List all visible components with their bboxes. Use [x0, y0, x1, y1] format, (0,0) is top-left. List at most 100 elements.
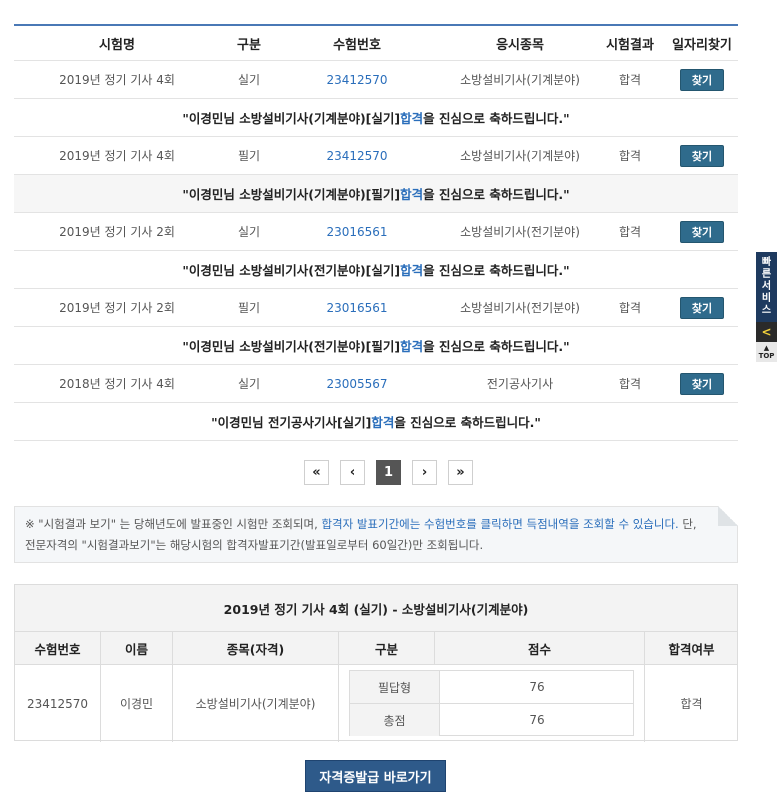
- find-job-button[interactable]: 찾기: [680, 144, 724, 167]
- table-row: 2019년 정기 기사 4회 실기 23412570 소방설비기사(기계분야) …: [14, 61, 738, 99]
- score-header-name: 이름: [101, 632, 173, 664]
- exam-name: 2019년 정기 기사 4회: [59, 149, 175, 163]
- exam-subject: 소방설비기사(전기분야): [460, 301, 580, 315]
- score-pass: 합격: [680, 697, 703, 711]
- score-header-type: 구분: [339, 632, 435, 664]
- congrats-highlight: 합격: [400, 339, 424, 354]
- last-page-button[interactable]: »: [448, 460, 473, 485]
- quick-service-button[interactable]: 빠른서비스: [756, 252, 777, 322]
- congrats-message: "이경민님 소방설비기사(기계분야)[실기] 합격 을 진심으로 축하드립니다.": [14, 99, 738, 136]
- congrats-message: "이경민님 소방설비기사(기계분야)[필기] 합격 을 진심으로 축하드립니다.": [14, 175, 738, 212]
- exam-subject: 소방설비기사(전기분야): [460, 225, 580, 239]
- scroll-top-button[interactable]: ▲ TOP: [756, 342, 777, 362]
- exam-result: 합격: [618, 225, 642, 239]
- exam-subject: 전기공사기사: [486, 377, 554, 391]
- caret-up-icon: ▲: [763, 344, 770, 352]
- congrats-message: "이경민님 전기공사기사[실기] 합격 을 진심으로 축하드립니다.": [14, 403, 738, 440]
- find-job-button[interactable]: 찾기: [680, 372, 724, 395]
- congrats-row: "이경민님 소방설비기사(기계분야)[실기] 합격 을 진심으로 축하드립니다.": [14, 99, 738, 137]
- certificate-issue-button[interactable]: 자격증발급 바로가기: [305, 760, 446, 792]
- score-item-value: 76: [529, 713, 545, 727]
- congrats-highlight: 합격: [400, 187, 424, 202]
- table-row: 2019년 정기 기사 2회 필기 23016561 소방설비기사(전기분야) …: [14, 289, 738, 327]
- table-row: 2018년 정기 기사 4회 실기 23005567 전기공사기사 합격 찾기: [14, 365, 738, 403]
- current-page[interactable]: 1: [376, 460, 401, 485]
- first-page-button[interactable]: «: [304, 460, 329, 485]
- congrats-text-end: 을 진심으로 축하드립니다.": [394, 415, 541, 430]
- find-job-button[interactable]: 찾기: [680, 220, 724, 243]
- results-table: 시험명 구분 수험번호 응시종목 시험결과 일자리찾기 2019년 정기 기사 …: [14, 24, 738, 441]
- exam-result: 합격: [618, 377, 642, 391]
- congrats-row: "이경민님 소방설비기사(전기분야)[실기] 합격 을 진심으로 축하드립니다.": [14, 251, 738, 289]
- find-job-button[interactable]: 찾기: [680, 296, 724, 319]
- congrats-text: "이경민님 소방설비기사(기계분야)[실기]: [182, 111, 401, 126]
- exam-type: 실기: [237, 377, 261, 391]
- exam-number-link[interactable]: 23412570: [326, 149, 387, 163]
- score-header-pass: 합격여부: [668, 641, 715, 657]
- header-type: 구분: [237, 37, 261, 53]
- score-item: 필답형 76: [350, 671, 633, 704]
- exam-result: 합격: [618, 301, 642, 315]
- exam-name: 2019년 정기 기사 2회: [59, 225, 175, 239]
- score-row: 23412570 이경민 소방설비기사(기계분야) 합격 필답형 76 총점 7…: [15, 665, 737, 742]
- exam-type: 필기: [237, 301, 261, 315]
- congrats-text-end: 을 진심으로 축하드립니다.": [423, 187, 570, 202]
- header-job-search: 일자리찾기: [672, 37, 732, 53]
- score-number: 23412570: [15, 665, 101, 742]
- congrats-text: "이경민님 소방설비기사(전기분야)[필기]: [182, 339, 401, 354]
- exam-number-link[interactable]: 23412570: [326, 73, 387, 87]
- next-page-button[interactable]: ›: [412, 460, 437, 485]
- score-title: 2019년 정기 기사 4회 (실기) - 소방설비기사(기계분야): [15, 585, 737, 632]
- collapse-arrow-icon[interactable]: <: [756, 322, 777, 342]
- exam-result: 합격: [618, 149, 642, 163]
- exam-number-link[interactable]: 23005567: [326, 377, 387, 391]
- page-fold-icon: [718, 506, 738, 526]
- score-breakdown: 필답형 76 총점 76: [349, 670, 634, 736]
- score-item-label: 총점: [350, 704, 440, 736]
- table-row: 2019년 정기 기사 4회 필기 23412570 소방설비기사(기계분야) …: [14, 137, 738, 175]
- congrats-message: "이경민님 소방설비기사(전기분야)[실기] 합격 을 진심으로 축하드립니다.": [14, 251, 738, 288]
- congrats-text-end: 을 진심으로 축하드립니다.": [423, 263, 570, 278]
- exam-name: 2019년 정기 기사 2회: [59, 301, 175, 315]
- exam-result: 합격: [618, 73, 642, 87]
- notice-box: ※ "시험결과 보기" 는 당해년도에 발표중인 시험만 조회되며, 합격자 발…: [14, 506, 738, 563]
- prev-page-button[interactable]: ‹: [340, 460, 365, 485]
- score-header-points: 점수: [435, 632, 645, 664]
- score-item-value: 76: [529, 680, 545, 694]
- congrats-text: "이경민님 소방설비기사(전기분야)[실기]: [182, 263, 401, 278]
- congrats-highlight: 합격: [371, 415, 395, 430]
- congrats-text-end: 을 진심으로 축하드립니다.": [423, 339, 570, 354]
- exam-name: 2018년 정기 기사 4회: [59, 377, 175, 391]
- notice-highlight: 합격자 발표기간에는 수험번호를 클릭하면 득점내역을 조회할 수 있습니다.: [321, 517, 679, 531]
- exam-subject: 소방설비기사(기계분야): [460, 73, 580, 87]
- exam-number-link[interactable]: 23016561: [326, 301, 387, 315]
- exam-type: 실기: [237, 225, 261, 239]
- score-detail-table: 2019년 정기 기사 4회 (실기) - 소방설비기사(기계분야) 수험번호 …: [14, 584, 738, 742]
- congrats-row: "이경민님 전기공사기사[실기] 합격 을 진심으로 축하드립니다.": [14, 403, 738, 441]
- congrats-highlight: 합격: [400, 111, 424, 126]
- score-header-subject: 종목(자격): [173, 632, 339, 664]
- pagination: « ‹ 1 › »: [0, 460, 777, 486]
- congrats-text-end: 을 진심으로 축하드립니다.": [423, 111, 570, 126]
- exam-name: 2019년 정기 기사 4회: [59, 73, 175, 87]
- score-name: 이경민: [101, 665, 173, 742]
- score-item-label: 필답형: [350, 671, 440, 703]
- score-header-number: 수험번호: [15, 632, 101, 664]
- quick-service-label: 빠른서비스: [761, 257, 772, 316]
- congrats-highlight: 합격: [400, 263, 424, 278]
- header-exam-name: 시험명: [99, 37, 135, 53]
- header-subject: 응시종목: [496, 37, 544, 53]
- congrats-row: "이경민님 소방설비기사(전기분야)[필기] 합격 을 진심으로 축하드립니다.": [14, 327, 738, 365]
- score-item: 총점 76: [350, 704, 633, 736]
- congrats-message: "이경민님 소방설비기사(전기분야)[필기] 합격 을 진심으로 축하드립니다.": [14, 327, 738, 364]
- congrats-row: "이경민님 소방설비기사(기계분야)[필기] 합격 을 진심으로 축하드립니다.": [14, 175, 738, 213]
- table-row: 2019년 정기 기사 2회 실기 23016561 소방설비기사(전기분야) …: [14, 213, 738, 251]
- exam-number-link[interactable]: 23016561: [326, 225, 387, 239]
- exam-subject: 소방설비기사(기계분야): [460, 149, 580, 163]
- find-job-button[interactable]: 찾기: [680, 68, 724, 91]
- exam-type: 실기: [237, 73, 261, 87]
- exam-type: 필기: [237, 149, 261, 163]
- table-header: 시험명 구분 수험번호 응시종목 시험결과 일자리찾기: [14, 26, 738, 61]
- congrats-text: "이경민님 전기공사기사[실기]: [211, 415, 372, 430]
- congrats-text: "이경민님 소방설비기사(기계분야)[필기]: [182, 187, 401, 202]
